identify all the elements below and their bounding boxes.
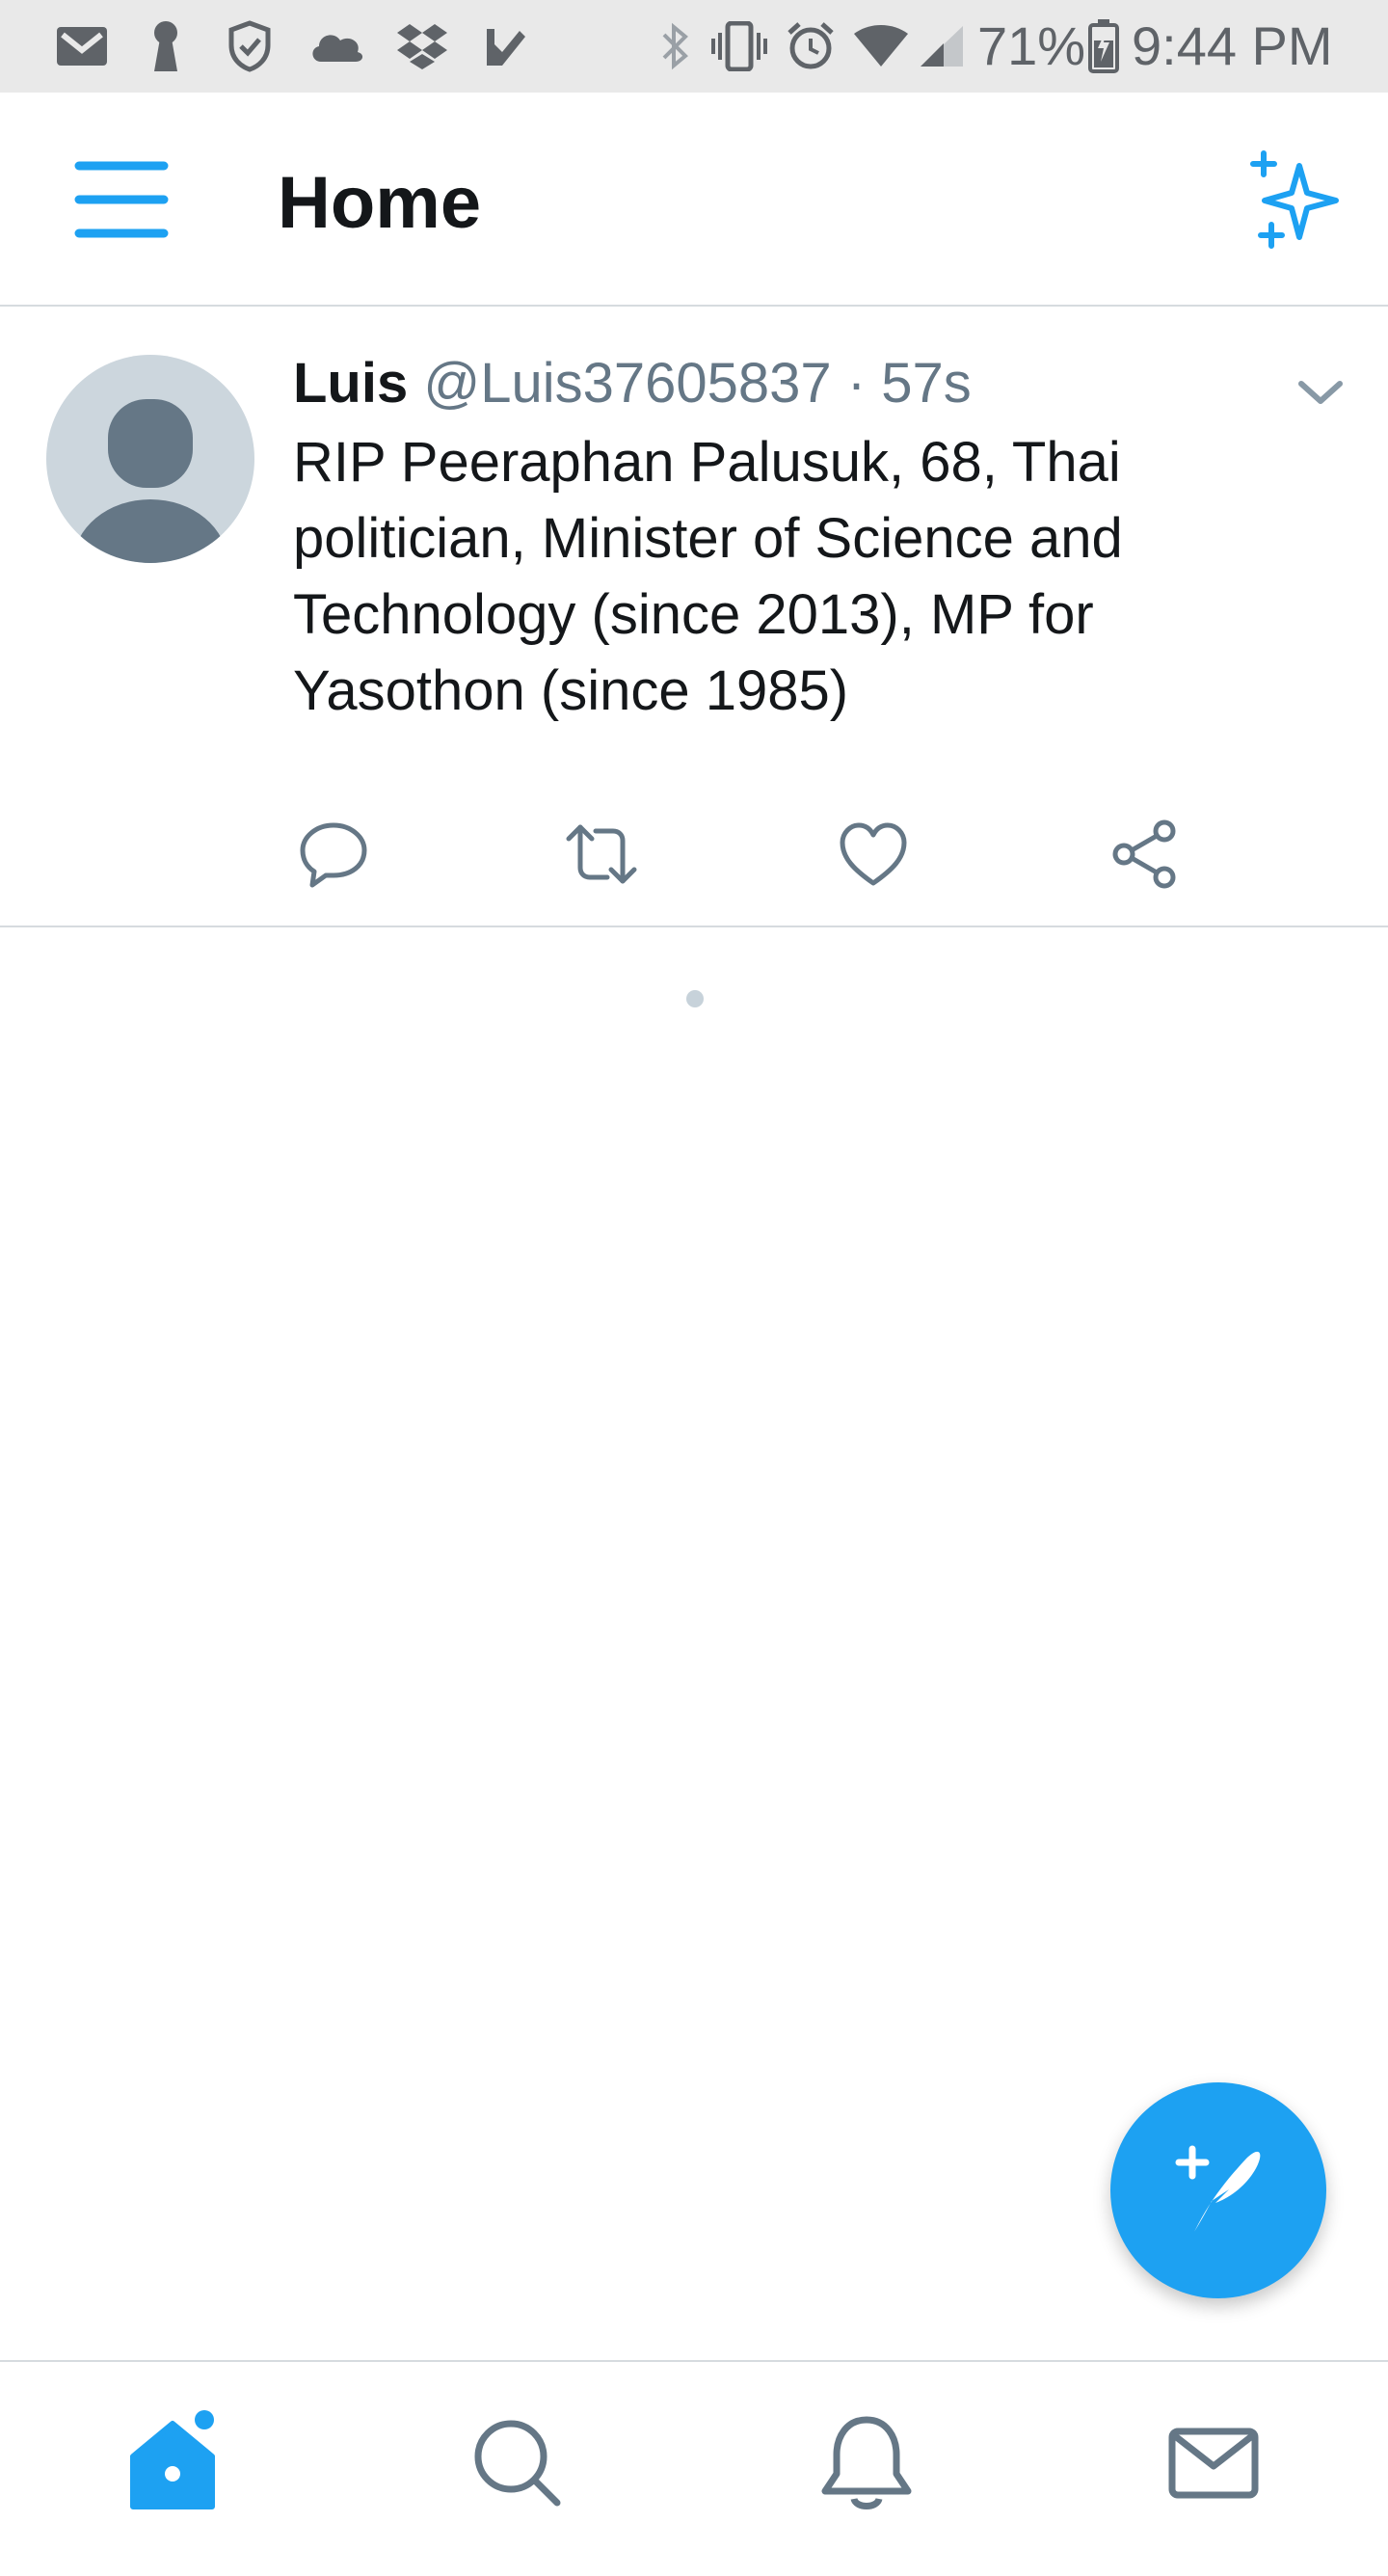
home-icon[interactable] [120,2410,226,2516]
tweet-time: 57s [881,352,972,415]
tasks-check-icon [482,19,530,73]
battery-charging-icon [1087,19,1120,73]
compose-tweet-icon [1165,2135,1271,2246]
cell-signal-icon [918,19,966,73]
tweet-actions [293,798,1199,904]
bottom-nav [0,2360,1388,2576]
tweet-separator: · [846,352,867,415]
avatar[interactable] [46,355,254,563]
search-icon[interactable] [465,2410,571,2516]
tweet-author-handle[interactable]: @Luis37605837 [423,352,831,415]
dropbox-icon [393,19,451,73]
tweet-card[interactable]: Luis @Luis37605837 · 57s RIP Peeraphan P… [0,309,1388,927]
retweet-icon[interactable] [565,818,638,891]
wifi-icon [852,19,910,73]
gmail-icon [54,19,110,73]
share-icon[interactable] [1108,818,1182,891]
tweet-author-name[interactable]: Luis [293,352,408,415]
vibrate-icon [709,19,769,73]
status-bar: 71% 9:44 PM [0,0,1388,93]
tweet-text: RIP Peeraphan Palusuk, 68, Thai politici… [293,431,1123,722]
chevron-down-icon[interactable] [1292,364,1349,422]
shield-icon [226,19,274,73]
hamburger-menu-icon[interactable] [73,156,174,243]
messages-icon[interactable] [1161,2410,1267,2516]
app-bar: Home [0,93,1388,307]
tweet-header: Luis @Luis37605837 · 57s [293,349,972,418]
cloud-icon [307,19,366,73]
status-time: 9:44 PM [1132,15,1333,76]
bluetooth-icon [657,19,692,73]
loading-indicator [686,990,704,1007]
keyhole-icon [145,19,187,73]
sparkle-icon[interactable] [1243,150,1349,256]
like-icon[interactable] [837,818,910,891]
reply-icon[interactable] [297,818,370,891]
page-title: Home [278,162,482,244]
notifications-icon[interactable] [814,2410,920,2516]
battery-percent: 71% [977,15,1086,76]
alarm-icon [785,19,837,73]
compose-tweet-button[interactable] [1110,2082,1326,2298]
